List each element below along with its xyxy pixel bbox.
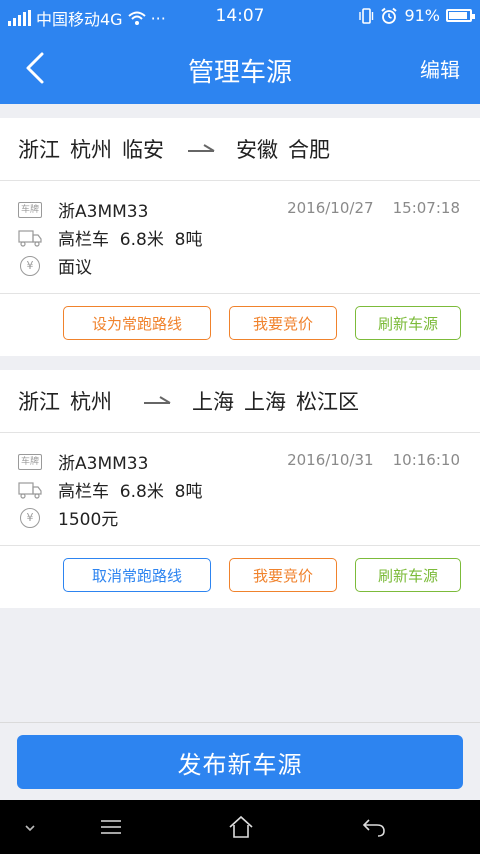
origin-district: 临安 — [122, 138, 164, 162]
origin-city: 杭州 — [70, 138, 112, 162]
bid-button[interactable]: 我要竞价 — [229, 306, 337, 340]
vibrate-icon — [359, 7, 374, 24]
listing-actions: 取消常跑路线 我要竞价 刷新车源 — [0, 546, 480, 608]
listing-date: 2016/10/27 — [287, 199, 374, 217]
truck-spec: 高栏车 6.8米 8吨 — [58, 482, 203, 502]
publish-bar: 发布新车源 — [0, 722, 480, 801]
set-regular-route-button[interactable]: 设为常跑路线 — [63, 306, 211, 340]
refresh-button[interactable]: 刷新车源 — [355, 558, 461, 592]
truck-spec: 高栏车 6.8米 8吨 — [58, 230, 203, 250]
origin-province: 浙江 — [18, 390, 60, 414]
plate-row: 车牌 浙A3MM33 — [18, 449, 148, 474]
route-row[interactable]: 浙江 杭州 上海 上海 松江区 — [0, 370, 480, 433]
plate-row: 车牌 浙A3MM33 — [18, 197, 148, 222]
plate-number: 浙A3MM33 — [58, 454, 149, 474]
listing-time: 15:07:18 — [392, 199, 460, 217]
truck-row: 高栏车 6.8米 8吨 — [18, 225, 202, 250]
route-row[interactable]: 浙江 杭州 临安 安徽 合肥 — [0, 118, 480, 181]
price-row: ¥ 面议 — [18, 253, 92, 278]
destination-city: 合肥 — [288, 138, 330, 162]
back-icon[interactable] — [360, 814, 388, 840]
collapse-chevron-icon[interactable] — [16, 814, 44, 840]
listing-datetime: 2016/10/27 15:07:18 — [287, 199, 460, 217]
home-icon[interactable] — [227, 814, 255, 840]
yen-icon: ¥ — [18, 507, 42, 529]
origin-province: 浙江 — [18, 138, 60, 162]
listing-date: 2016/10/31 — [287, 451, 374, 469]
system-nav-bar — [0, 800, 480, 854]
price-value: 面议 — [58, 258, 92, 278]
status-bar: 中国移动4G ··· 14:07 91% — [0, 0, 480, 32]
status-right: 91% — [358, 6, 475, 25]
listing-card: 浙江 杭州 上海 上海 松江区 车牌 浙A3MM33 2016/10/31 10… — [0, 370, 480, 608]
destination-district: 松江区 — [296, 390, 359, 414]
edit-button[interactable]: 编辑 — [420, 54, 460, 83]
price-row: ¥ 1500元 — [18, 505, 118, 530]
price-value: 1500元 — [58, 510, 119, 530]
listing-datetime: 2016/10/31 10:16:10 — [287, 451, 460, 469]
destination-city: 上海 — [244, 390, 286, 414]
listing-time: 10:16:10 — [392, 451, 460, 469]
plate-icon: 车牌 — [18, 451, 42, 473]
destination-province: 上海 — [192, 390, 234, 414]
route-arrow-icon — [144, 396, 171, 404]
menu-icon[interactable] — [97, 814, 125, 840]
publish-new-source-button[interactable]: 发布新车源 — [17, 735, 463, 789]
listing-info: 车牌 浙A3MM33 2016/10/27 15:07:18 高栏车 6.8米 … — [0, 181, 480, 294]
bid-button[interactable]: 我要竞价 — [229, 558, 337, 592]
battery-percent: 91% — [404, 6, 440, 25]
route-arrow-icon — [188, 144, 215, 152]
plate-icon: 车牌 — [18, 199, 42, 221]
yen-icon: ¥ — [18, 255, 42, 277]
listing-card: 浙江 杭州 临安 安徽 合肥 车牌 浙A3MM33 2016/10/27 15:… — [0, 118, 480, 356]
plate-number: 浙A3MM33 — [58, 202, 149, 222]
page-title: 管理车源 — [187, 58, 292, 88]
listing-info: 车牌 浙A3MM33 2016/10/31 10:16:10 高栏车 6.8米 … — [0, 433, 480, 546]
truck-icon — [18, 479, 42, 501]
destination-province: 安徽 — [236, 138, 278, 162]
listing-actions: 设为常跑路线 我要竞价 刷新车源 — [0, 294, 480, 356]
app-header: 管理车源 编辑 — [0, 32, 480, 104]
truck-row: 高栏车 6.8米 8吨 — [18, 477, 202, 502]
cancel-regular-route-button[interactable]: 取消常跑路线 — [63, 558, 211, 592]
battery-icon — [446, 9, 475, 22]
truck-icon — [18, 227, 42, 249]
origin-city: 杭州 — [70, 390, 112, 414]
alarm-icon — [381, 7, 398, 24]
refresh-button[interactable]: 刷新车源 — [355, 306, 461, 340]
